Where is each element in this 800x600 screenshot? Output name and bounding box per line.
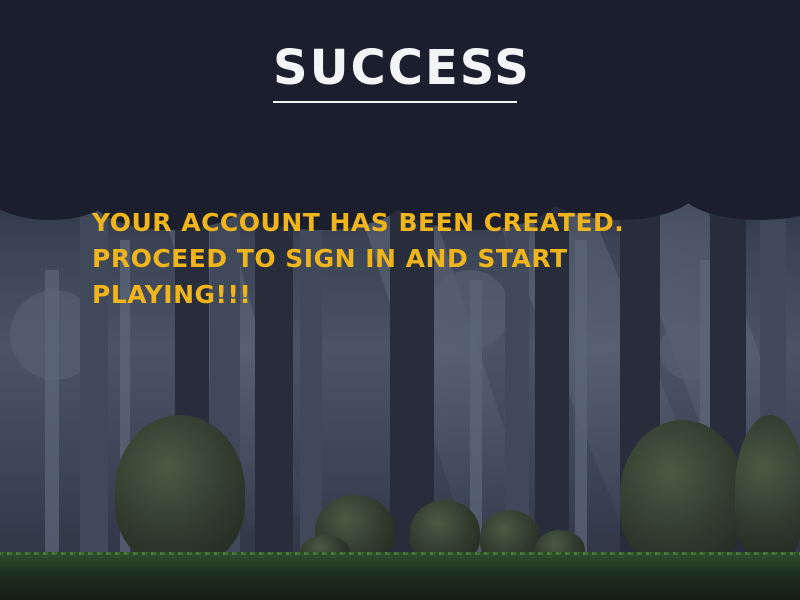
ground xyxy=(0,555,800,600)
forest-background: SUCCESS YOUR ACCOUNT HAS BEEN CREATED. P… xyxy=(0,0,800,600)
bush xyxy=(620,420,745,570)
tree-trunk xyxy=(45,270,59,600)
success-title: SUCCESS xyxy=(273,40,531,96)
bush xyxy=(115,415,245,565)
title-underline xyxy=(273,101,517,103)
bush xyxy=(735,415,800,565)
success-message: YOUR ACCOUNT HAS BEEN CREATED. PROCEED T… xyxy=(92,208,625,309)
